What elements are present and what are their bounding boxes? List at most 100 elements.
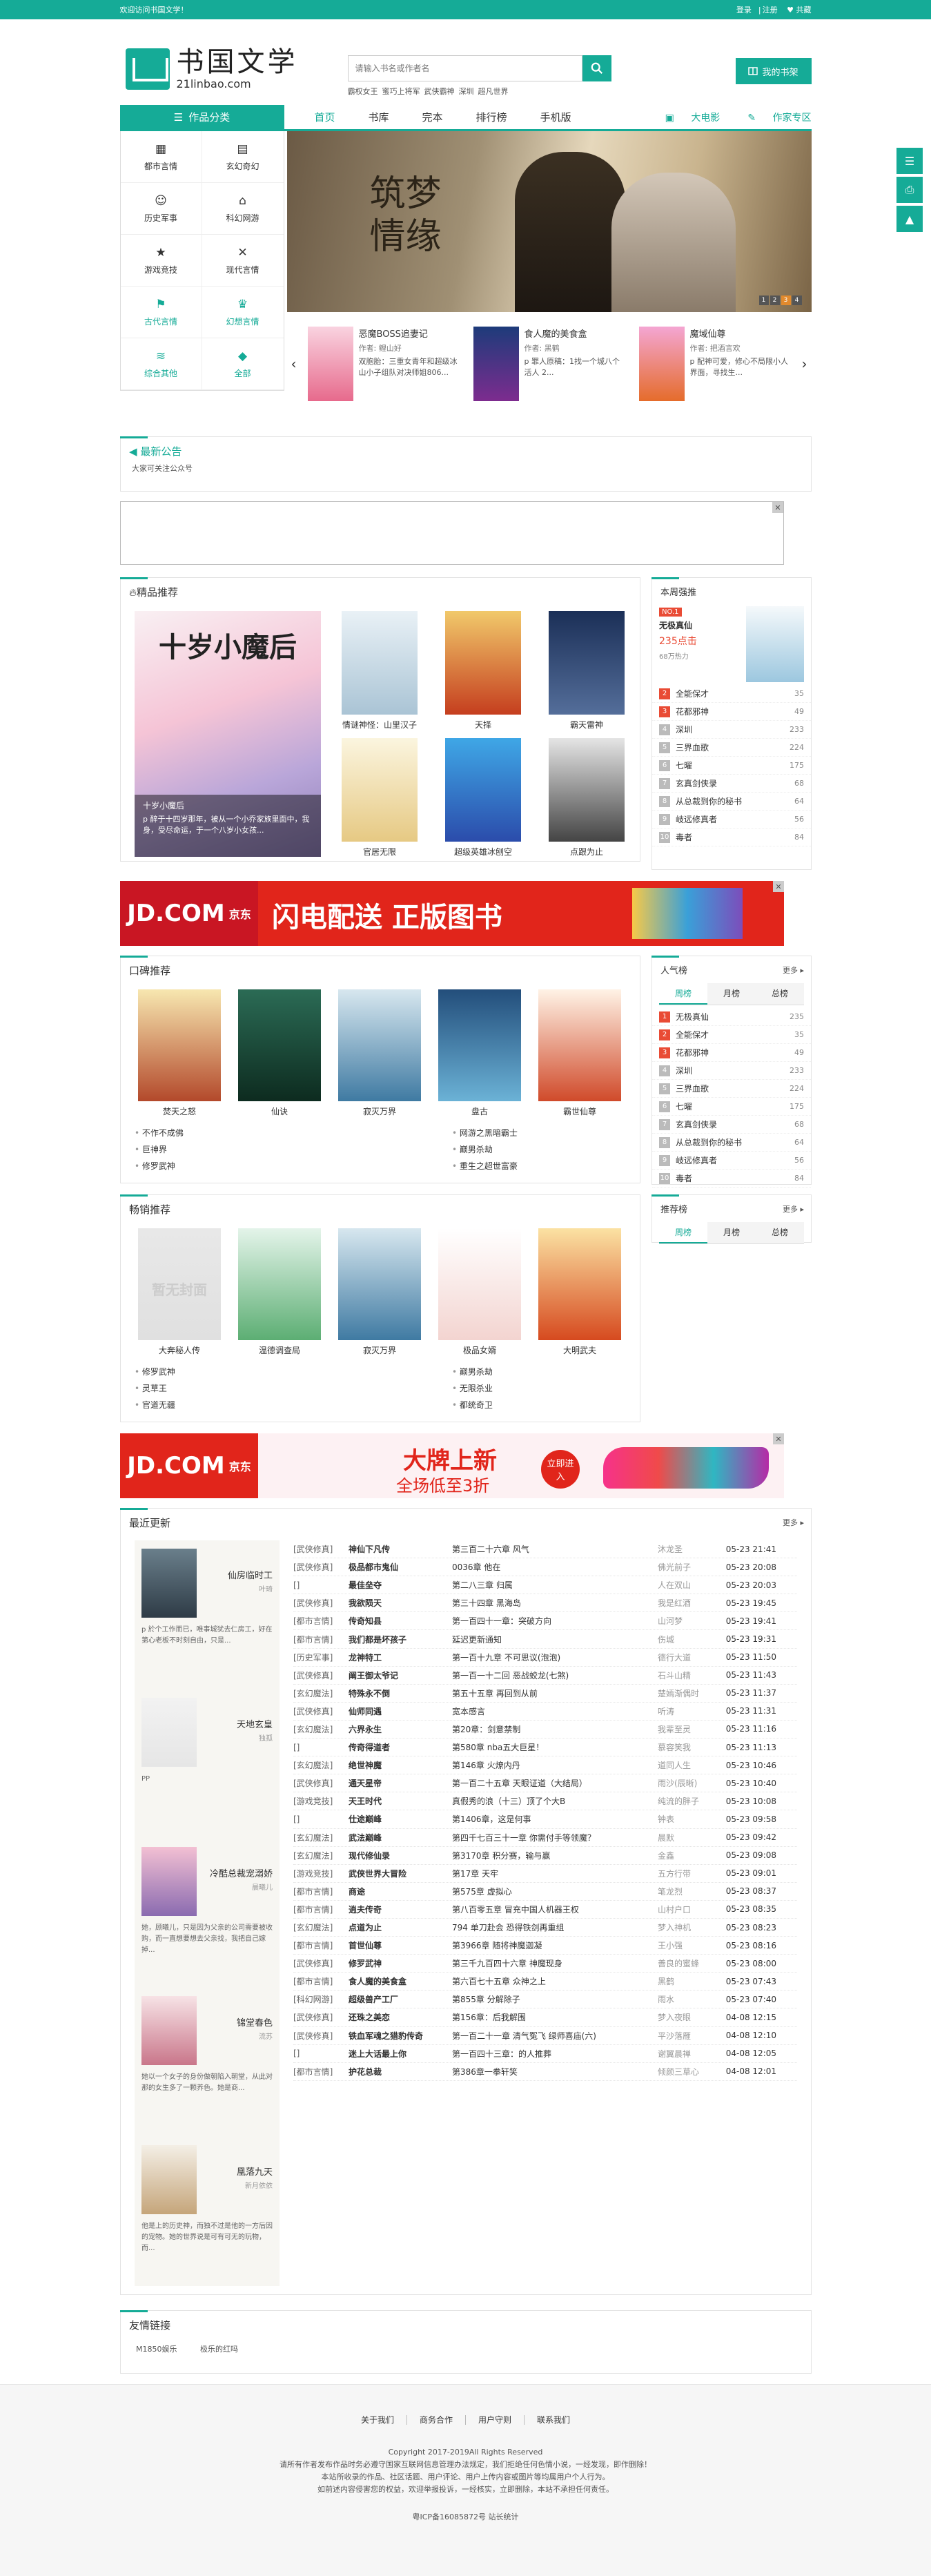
- table-row[interactable]: [武侠修真] 阐王御太爷记 第一百一十二回 恶战蛟龙(七煞) 石斗山精 05-23 11…: [293, 1667, 797, 1685]
- rank-row[interactable]: 5 三界血歌 224: [652, 1080, 811, 1098]
- table-row[interactable]: [武侠修真] 仙师同遇 宽本感言 听涛 05-23 11:31: [293, 1703, 797, 1721]
- list-item[interactable]: 灵草王: [135, 1380, 175, 1397]
- rank-row[interactable]: 6 七曜 175: [652, 1098, 811, 1116]
- rank-row[interactable]: 4 深圳 233: [652, 721, 811, 739]
- table-row[interactable]: [都市言情] 传奇知县 第一百四十一章：突破方向 山河梦 05-23 19:41: [293, 1612, 797, 1631]
- table-row[interactable]: [都市言情] 护花总裁 第386章一拳轩笑 倾颜三草心 04-08 12:01: [293, 2063, 797, 2081]
- row-chapter[interactable]: 第一百二十一章 清气冤飞 绿师喜庙(六): [452, 2030, 658, 2042]
- row-book-name[interactable]: 特殊永不倒: [349, 1687, 452, 1699]
- row-book-name[interactable]: 天王时代: [349, 1795, 452, 1807]
- rank-row[interactable]: 3 花都邪神 49: [652, 1044, 811, 1062]
- row-book-name[interactable]: 极品都市鬼仙: [349, 1561, 452, 1573]
- row-chapter[interactable]: 第575章 虚拟心: [452, 1886, 658, 1897]
- row-chapter[interactable]: 第一百一十二回 恶战蛟龙(七煞): [452, 1669, 658, 1681]
- book-tile[interactable]: 霸世仙尊: [535, 989, 625, 1117]
- rank-row[interactable]: 7 玄真剑侠录 68: [652, 1116, 811, 1134]
- table-row[interactable]: [都市言情] 食人魔的美食盒 第六百七十五章 众神之上 黑鹤 05-23 07:43: [293, 1973, 797, 1991]
- table-row[interactable]: [玄幻魔法] 绝世神魔 第146章 火燎内丹 道同人生 05-23 10:46: [293, 1756, 797, 1775]
- row-book-name[interactable]: 传奇知县: [349, 1615, 452, 1627]
- rank-row[interactable]: 1 无极真仙 235: [652, 1008, 811, 1026]
- table-row[interactable]: [] 迷上大话最上你 第一百四十三章：的人推葬 谢翼晨禅 04-08 12:05: [293, 2045, 797, 2063]
- featured-update-item[interactable]: 冷酷总裁宠溺娇 晨曦儿 她，顾曦儿，只是因为父亲的公司需要被收购，而一直想要想去父亲…: [135, 1839, 280, 1988]
- rank-row[interactable]: 10 毒者 84: [652, 1170, 811, 1188]
- footer-link[interactable]: 商务合作: [406, 2415, 466, 2425]
- row-book-name[interactable]: 我们都是坏孩子: [349, 1634, 452, 1645]
- list-item[interactable]: 不作不成佛: [135, 1125, 184, 1141]
- list-item[interactable]: 官道无疆: [135, 1397, 175, 1413]
- list-item[interactable]: 无限杀业: [452, 1380, 493, 1397]
- menu-icon[interactable]: ☰: [896, 148, 923, 174]
- tab-total[interactable]: 总榜: [756, 983, 804, 1005]
- row-book-name[interactable]: 逍夫传奇: [349, 1904, 452, 1915]
- book-tile[interactable]: 霸天雷神: [535, 611, 638, 730]
- book-tile[interactable]: 大明武夫: [535, 1228, 625, 1356]
- row-book-name[interactable]: 六界永生: [349, 1723, 452, 1735]
- rank-row[interactable]: 8 从总裁到你的秘书 64: [652, 793, 811, 811]
- row-chapter[interactable]: 第3966章 随将神魔迦凝: [452, 1939, 658, 1951]
- footer-link[interactable]: 联系我们: [525, 2415, 582, 2425]
- ad-slot[interactable]: ✕: [120, 501, 784, 565]
- row-chapter[interactable]: 第146章 火燎内丹: [452, 1759, 658, 1771]
- table-row[interactable]: [武侠修真] 极品都市鬼仙 0036章 他在 佛光前子 05-23 20:08: [293, 1558, 797, 1577]
- rank-row[interactable]: 10 毒者 84: [652, 829, 811, 846]
- rank-row[interactable]: 2 全能保才 35: [652, 685, 811, 703]
- row-book-name[interactable]: 修罗武神: [349, 1957, 452, 1969]
- footer-link[interactable]: 用户守则: [466, 2415, 525, 2425]
- row-book-name[interactable]: 点道为止: [349, 1921, 452, 1933]
- row-book-name[interactable]: 仕途巅峰: [349, 1813, 452, 1825]
- book-tile[interactable]: 极品女婿: [435, 1228, 525, 1356]
- row-book-name[interactable]: 迷上大话最上你: [349, 2048, 452, 2060]
- featured-update-item[interactable]: 天地玄皇 独孤 PP: [135, 1689, 280, 1839]
- row-book-name[interactable]: 还珠之美恋: [349, 2011, 452, 2023]
- list-item[interactable]: 重生之超世富豪: [452, 1158, 518, 1174]
- row-chapter[interactable]: 延迟更新通知: [452, 1634, 658, 1645]
- book-tile[interactable]: 官居无限: [328, 738, 431, 858]
- row-chapter[interactable]: 0036章 他在: [452, 1561, 658, 1573]
- row-chapter[interactable]: 第四千七百三十一章 你需付手等领魔？: [452, 1832, 658, 1843]
- list-item[interactable]: 巅男杀劫: [452, 1364, 493, 1380]
- table-row[interactable]: [游戏竞技] 武侠世界大冒险 第17章 天牢 五方行带 05-23 09:01: [293, 1865, 797, 1883]
- row-chapter[interactable]: 第1406章，这是何事: [452, 1813, 658, 1825]
- book-tile[interactable]: 寂灭万界: [335, 1228, 424, 1356]
- rank-row[interactable]: 8 从总裁到你的秘书 64: [652, 1134, 811, 1152]
- book-tile[interactable]: 焚天之怒: [135, 989, 224, 1117]
- row-chapter[interactable]: 第二八三章 归属: [452, 1579, 658, 1591]
- row-book-name[interactable]: 超级兽产工厂: [349, 1993, 452, 2005]
- row-chapter[interactable]: 第17章 天牢: [452, 1868, 658, 1879]
- table-row[interactable]: [游戏竞技] 天王时代 真假秀的浪（十三）顶了个大B 纯流的胖子 05-23 10:08: [293, 1792, 797, 1811]
- list-item[interactable]: 都统奇卫: [452, 1397, 493, 1413]
- rank-row[interactable]: 6 七曜 175: [652, 757, 811, 775]
- row-chapter[interactable]: 第五十五章 再回到从前: [452, 1687, 658, 1699]
- rank-row[interactable]: 9 岐远修真者 56: [652, 811, 811, 829]
- table-row[interactable]: [都市言情] 我们都是坏孩子 延迟更新通知 伤城 05-23 19:31: [293, 1630, 797, 1649]
- book-tile[interactable]: 温德调查局: [235, 1228, 324, 1356]
- close-icon[interactable]: ✕: [773, 1433, 784, 1444]
- enter-button[interactable]: 立即进入: [541, 1450, 580, 1489]
- row-book-name[interactable]: 阐王御太爷记: [349, 1669, 452, 1681]
- list-item[interactable]: 网游之黑暗霸士: [452, 1125, 518, 1141]
- row-chapter[interactable]: 宽本感言: [452, 1705, 658, 1717]
- book-tile[interactable]: 暂无封面 大奔秘人传: [135, 1228, 224, 1356]
- row-chapter[interactable]: 第580章 nba五大巨星！: [452, 1741, 658, 1753]
- table-row[interactable]: [都市言情] 首世仙尊 第3966章 随将神魔迦凝 王小强 05-23 08:16: [293, 1937, 797, 1955]
- row-book-name[interactable]: 仙师同遇: [349, 1705, 452, 1717]
- row-book-name[interactable]: 首世仙尊: [349, 1939, 452, 1951]
- row-chapter[interactable]: 第一百二十五章 天眼证道（大结局）: [452, 1777, 658, 1789]
- row-book-name[interactable]: 龙神特工: [349, 1652, 452, 1663]
- row-chapter[interactable]: 第一百四十三章：的人推葬: [452, 2048, 658, 2060]
- book-tile[interactable]: 天择: [431, 611, 535, 730]
- list-item[interactable]: 修罗武神: [135, 1364, 175, 1380]
- stats-link[interactable]: 站长统计: [489, 2512, 519, 2521]
- featured-main-book[interactable]: 十岁小魔后 十岁小魔后 p 醉于十四岁那年，被从一个小乔家族里面中，我身，受尽命…: [135, 611, 321, 857]
- table-row[interactable]: [历史军事] 龙神特工 第一百十九章 不可思议(泡泡) 德行大道 05-23 11:50: [293, 1649, 797, 1667]
- tab-month[interactable]: 月榜: [707, 1222, 756, 1243]
- row-chapter[interactable]: 第156章：后我解围: [452, 2011, 658, 2023]
- book-tile[interactable]: 仙诀: [235, 989, 324, 1117]
- row-book-name[interactable]: 神仙下凡传: [349, 1543, 452, 1555]
- row-chapter[interactable]: 第3170章 积分赛，输与赢: [452, 1850, 658, 1861]
- weekly-top-book[interactable]: NO.1 无极真仙 235点击 68万热力: [652, 602, 811, 685]
- tab-week[interactable]: 周榜: [659, 983, 707, 1005]
- table-row[interactable]: [武侠修真] 通天星帝 第一百二十五章 天眼证道（大结局） 雨沙(辰晰) 05-23 1…: [293, 1774, 797, 1793]
- table-row[interactable]: [科幻网游] 超级兽产工厂 第855章 分解除子 雨水 05-23 07:40: [293, 1991, 797, 2009]
- list-item[interactable]: 巨神界: [135, 1141, 184, 1158]
